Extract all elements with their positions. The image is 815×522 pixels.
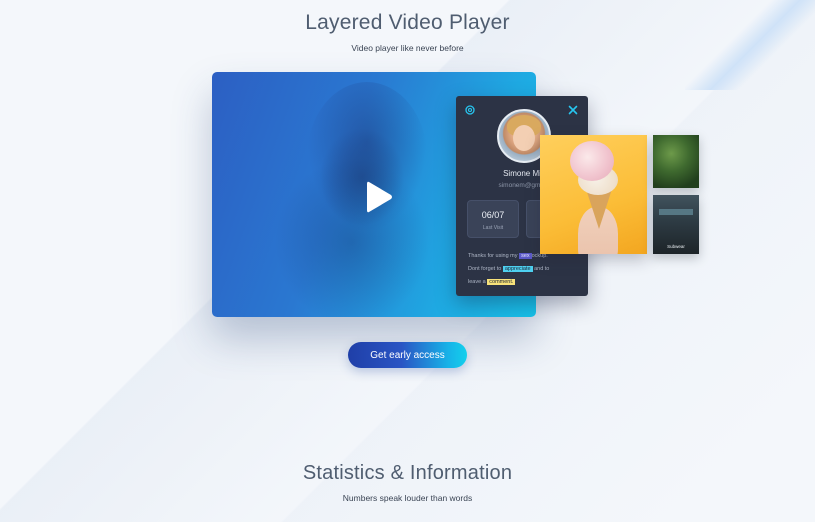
play-icon	[367, 181, 392, 213]
play-button[interactable]	[362, 176, 396, 218]
section-title: Statistics & Information	[302, 462, 513, 484]
message-line-3: leave a comment.	[468, 279, 516, 285]
highlight-yellow: comment.	[487, 279, 516, 285]
highlight-blue: appreciate	[502, 266, 533, 272]
close-icon[interactable]	[567, 104, 579, 116]
thumbnail-label: Subwear	[667, 244, 685, 249]
stat-last-visit: 06/07 Last Visit	[467, 200, 519, 238]
section-subtitle: Numbers speak louder than words	[342, 493, 473, 503]
stat-value: 06/07	[481, 210, 505, 220]
get-early-access-button[interactable]: Get early access	[348, 342, 467, 368]
thumbnail-subwear-image[interactable]: Subwear	[653, 195, 699, 254]
icecream-image	[540, 135, 647, 254]
highlight-purple: sex	[519, 253, 532, 259]
gear-icon[interactable]	[464, 104, 476, 116]
page-subtitle: Video player like never before	[351, 43, 464, 53]
thumbnail-plant-image[interactable]	[653, 135, 699, 188]
page-title: Layered Video Player	[305, 11, 510, 34]
stat-label: Last Visit	[482, 225, 504, 231]
message-line-2: Dont forget to appreciate and to	[468, 266, 550, 272]
